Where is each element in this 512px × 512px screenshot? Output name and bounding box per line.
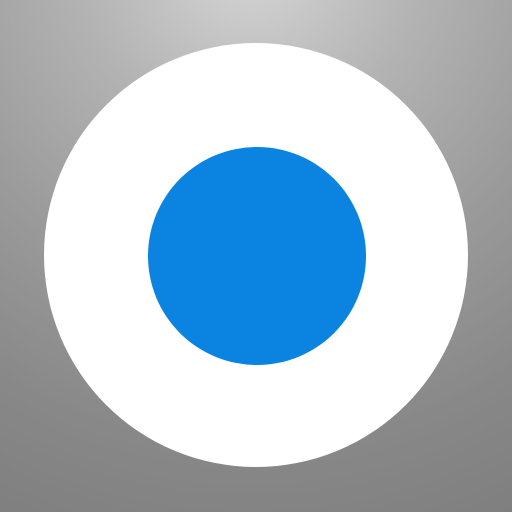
app-icon bbox=[0, 0, 512, 512]
blue-dot-icon bbox=[148, 147, 366, 365]
